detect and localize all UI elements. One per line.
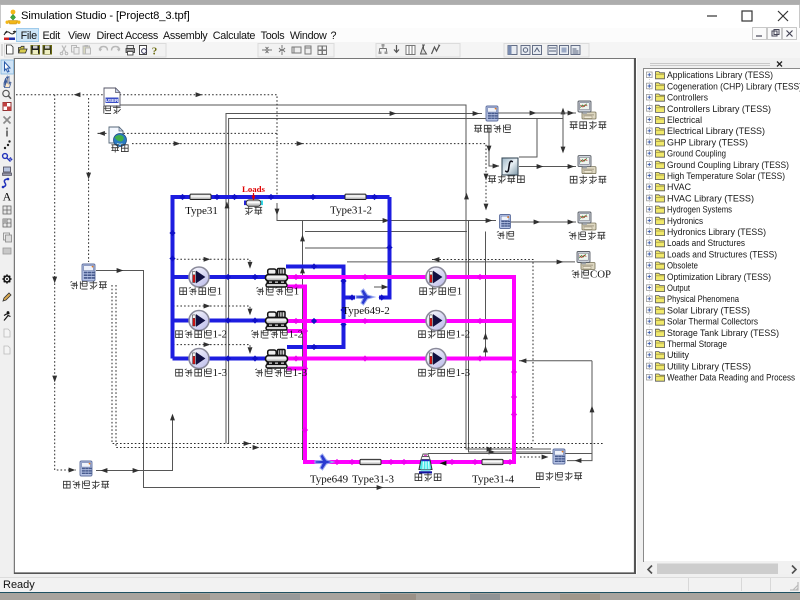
svg-text:Ground Coupling: Ground Coupling: [667, 149, 726, 160]
svg-text:Solar Thermal Collectors: Solar Thermal Collectors: [667, 317, 758, 328]
svg-text:Loads and Structures (TESS): Loads and Structures (TESS): [667, 249, 777, 260]
svg-text:HVAC: HVAC: [667, 182, 691, 193]
svg-text:1-2: 1-2: [289, 329, 303, 341]
svg-text:Hydronics Library (TESS): Hydronics Library (TESS): [667, 227, 766, 238]
svg-text:Storage Tank Library (TESS): Storage Tank Library (TESS): [667, 328, 779, 339]
svg-text:GHP Library (TESS): GHP Library (TESS): [667, 137, 748, 148]
svg-text:Ground Coupling Library (TESS): Ground Coupling Library (TESS): [667, 160, 789, 171]
svg-text:Obsolete: Obsolete: [667, 261, 698, 272]
svg-text:Type31-2: Type31-2: [330, 205, 372, 217]
svg-text:Optimization Library (TESS): Optimization Library (TESS): [667, 272, 771, 283]
svg-text:Hydronics: Hydronics: [667, 216, 703, 227]
svg-text:Type31: Type31: [185, 205, 218, 217]
svg-text:1-2: 1-2: [213, 329, 227, 341]
svg-text:Controllers: Controllers: [667, 93, 708, 104]
svg-text:High Temperature Solar (TESS): High Temperature Solar (TESS): [667, 171, 785, 182]
svg-text:1: 1: [294, 286, 299, 298]
svg-text:COP: COP: [590, 269, 611, 281]
svg-text:Solar Library (TESS): Solar Library (TESS): [667, 305, 750, 316]
svg-text:Electrical: Electrical: [667, 115, 702, 126]
svg-text:Electrical Library (TESS): Electrical Library (TESS): [667, 126, 765, 137]
svg-text:Utility Library (TESS): Utility Library (TESS): [667, 361, 751, 372]
svg-text:?: ?: [152, 46, 158, 58]
svg-text:Weather Data Reading and Proce: Weather Data Reading and Process: [667, 373, 795, 384]
svg-text:1: 1: [457, 286, 462, 298]
svg-text:Loads: Loads: [242, 184, 266, 194]
svg-text:Controllers Library (TESS): Controllers Library (TESS): [667, 104, 771, 115]
svg-text:Utility: Utility: [667, 350, 689, 361]
svg-text:Output: Output: [667, 283, 690, 294]
svg-text:1-2: 1-2: [456, 329, 470, 341]
svg-text:USER: USER: [106, 98, 119, 103]
svg-text:1-3: 1-3: [213, 367, 227, 379]
svg-text:A: A: [3, 190, 12, 204]
svg-text:Hydrogen Systems: Hydrogen Systems: [667, 205, 732, 216]
svg-text:Applications Library (TESS): Applications Library (TESS): [667, 70, 773, 81]
svg-text:Thermal Storage: Thermal Storage: [667, 339, 727, 350]
svg-text:1-3: 1-3: [456, 367, 470, 379]
svg-text:Cogeneration (CHP) Library (TE: Cogeneration (CHP) Library (TESS): [667, 81, 800, 92]
svg-text:HVAC Library (TESS): HVAC Library (TESS): [667, 193, 754, 204]
svg-text:Loads and Structures: Loads and Structures: [667, 238, 745, 249]
svg-text:1-3: 1-3: [293, 367, 307, 379]
svg-text:Type31-3: Type31-3: [352, 474, 394, 486]
svg-text:Type649: Type649: [310, 474, 349, 486]
svg-text:Physical Phenomena: Physical Phenomena: [667, 294, 740, 305]
svg-text:Type31-4: Type31-4: [472, 474, 514, 486]
svg-text:Type649-2: Type649-2: [342, 305, 390, 317]
svg-text:1: 1: [217, 286, 222, 298]
